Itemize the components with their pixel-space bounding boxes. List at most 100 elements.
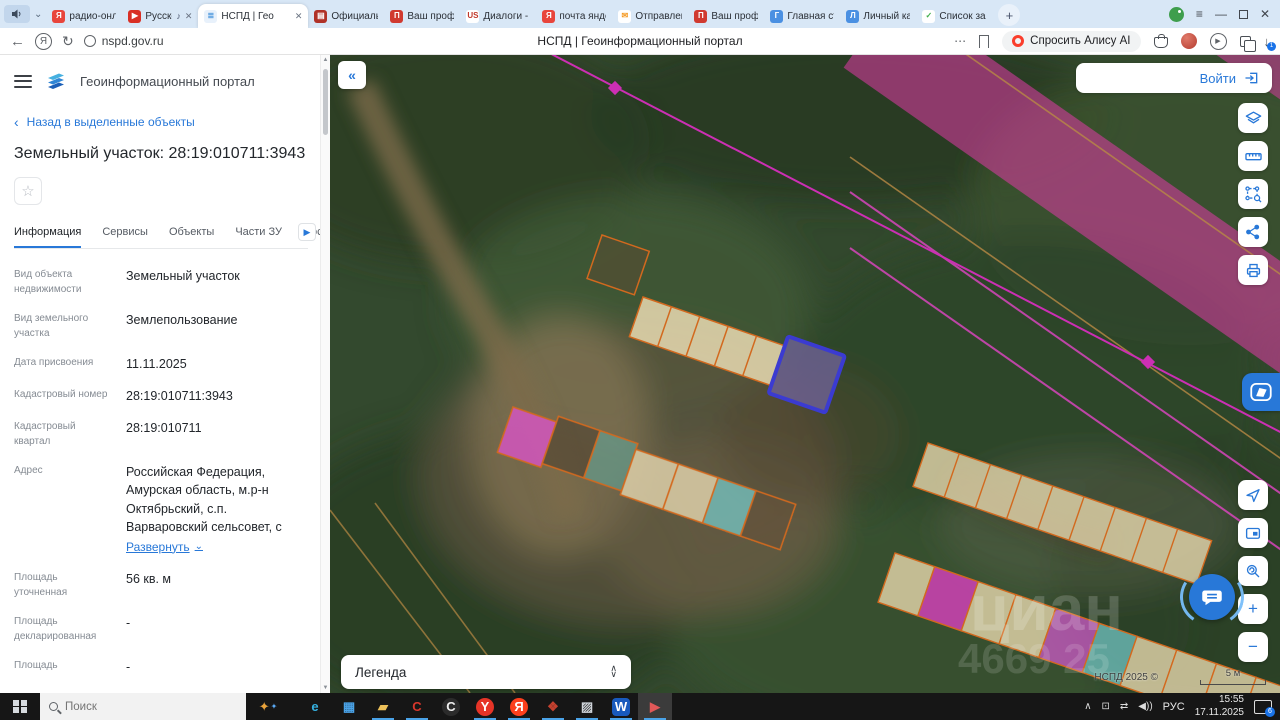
basemap-button[interactable] [1242, 373, 1280, 411]
browser-tab[interactable]: Г Главная стра [764, 4, 840, 28]
map-toolbar-bottom: + − [1238, 480, 1268, 662]
browser-tab[interactable]: П Ваш профил [688, 4, 764, 28]
dino-icon[interactable] [1168, 6, 1184, 22]
legend-bar[interactable]: Легенда ∧ ∨ [341, 655, 631, 689]
start-button[interactable] [0, 693, 40, 720]
tray-app-icon[interactable]: ⊡ [1102, 701, 1110, 712]
print-button[interactable] [1238, 255, 1268, 285]
panel-tab[interactable]: Части ЗУ [235, 219, 282, 248]
scrollbar-thumb[interactable] [323, 69, 328, 135]
notifications-icon[interactable]: 6 [1254, 699, 1275, 717]
alice-button[interactable]: Спросить Алису AI [1002, 30, 1141, 52]
more-icon[interactable]: ⋯ [954, 34, 966, 48]
close-icon[interactable]: ✕ [1260, 7, 1270, 21]
tab-close-icon[interactable]: ✕ [185, 11, 193, 22]
browser-tab[interactable]: ✉ Отправленн [612, 4, 688, 28]
tray-expand-icon[interactable]: ∧ [1084, 701, 1091, 712]
browser-tab[interactable]: Я почта яндек [536, 4, 612, 28]
browser-tab[interactable]: ▤ Официальны [308, 4, 384, 28]
measure-button[interactable] [1238, 141, 1268, 171]
back-to-objects-link[interactable]: ‹ Назад в выделенные объекты [14, 115, 308, 129]
app-icon: ▦ [342, 698, 356, 714]
browser-tab[interactable]: ≣ НСПД | Гео ✕ [198, 4, 309, 28]
search-area-button[interactable] [1238, 556, 1268, 586]
legend-toggle-icon[interactable]: ∧ ∨ [610, 664, 617, 678]
expand-link[interactable]: Развернуть ⌄ [126, 539, 308, 556]
taskbar-app[interactable]: e [298, 693, 332, 720]
locate-button[interactable] [1238, 480, 1268, 510]
yandex-profile-icon[interactable]: Я [35, 32, 52, 50]
taskbar-app[interactable]: ▦ [332, 693, 366, 720]
taskbar-search[interactable] [40, 693, 246, 720]
minimize-icon[interactable]: — [1215, 7, 1227, 21]
taskbar-app[interactable]: W [604, 693, 638, 720]
share-icon [1246, 224, 1260, 240]
bookmark-icon[interactable] [979, 34, 990, 48]
taskbar-app[interactable]: ❖ [536, 693, 570, 720]
taskbar-app[interactable]: C [400, 693, 434, 720]
zoom-out-button[interactable]: − [1238, 632, 1268, 662]
print-icon [1246, 263, 1260, 277]
taskbar-app[interactable]: C [434, 693, 468, 720]
share-button[interactable] [1238, 217, 1268, 247]
plus-icon: + [1248, 599, 1258, 618]
back-icon[interactable]: ← [10, 33, 25, 50]
tab-audio-icon[interactable]: ♪ [176, 11, 181, 21]
clock[interactable]: 15:55 17.11.2025 [1195, 694, 1244, 719]
browser-tab[interactable]: ✓ Список заяв [916, 4, 992, 28]
play-icon[interactable]: ▶ [1209, 32, 1227, 50]
restore-icon[interactable] [1238, 9, 1248, 19]
panel-tab[interactable]: Объекты [169, 219, 214, 248]
chat-button[interactable] [1174, 563, 1250, 631]
reload-icon[interactable]: ↻ [62, 33, 74, 50]
scale-bar: 5 м [1200, 668, 1266, 685]
tab-close-icon[interactable]: ✕ [295, 11, 303, 22]
new-tab-button[interactable]: + [998, 4, 1021, 26]
scroll-up-icon[interactable]: ▲ [321, 57, 330, 63]
collections-icon[interactable] [1153, 34, 1168, 48]
download-icon[interactable]: ↓ 1 [1264, 34, 1276, 51]
minimap-button[interactable] [1238, 518, 1268, 548]
favorite-button[interactable]: ☆ [14, 177, 42, 205]
tab-title: почта яндек [559, 10, 606, 22]
network-icon[interactable]: ⇄ [1120, 701, 1128, 712]
browser-tab[interactable]: П Ваш профил [384, 4, 460, 28]
panel-tab[interactable]: Информация [14, 219, 82, 248]
tray-time: 15:55 [1218, 694, 1244, 705]
url-field[interactable]: nspd.gov.ru [83, 34, 164, 48]
taskbar-app[interactable]: Я [502, 693, 536, 720]
attribute-value: Землепользование [126, 313, 238, 327]
taskbar-app[interactable]: ▨ [570, 693, 604, 720]
panel-tab[interactable]: Сервисы [102, 219, 148, 248]
copilot-icon[interactable]: ✦ ✦ [246, 699, 290, 715]
browser-menu-icon[interactable]: ≡ [1196, 7, 1203, 21]
site-info-icon[interactable] [83, 35, 96, 47]
login-bar[interactable]: Войти [1076, 63, 1272, 93]
collapse-panel-button[interactable]: « [338, 61, 366, 89]
hamburger-icon[interactable] [14, 74, 32, 88]
browser-tab[interactable]: US Диалоги - Sy [460, 4, 536, 28]
language-indicator[interactable]: РУС [1163, 701, 1185, 713]
volume-icon[interactable]: ◀)) [1138, 701, 1152, 712]
mute-button[interactable] [4, 5, 30, 23]
tabs-panel-icon[interactable] [1239, 35, 1256, 52]
taskbar-app[interactable]: ▰ [366, 693, 400, 720]
browser-tab[interactable]: Л Личный каби [840, 4, 916, 28]
layers-button[interactable] [1238, 103, 1268, 133]
search-input[interactable] [65, 700, 215, 713]
tab-favicon-icon: Г [770, 9, 784, 23]
select-area-button[interactable] [1238, 179, 1268, 209]
browser-tab[interactable]: Я радио-онлай [46, 4, 122, 28]
chevron-down-icon[interactable]: ⌄ [34, 9, 42, 20]
panel-scrollbar[interactable]: ▲ ▼ [320, 55, 330, 693]
map-viewport[interactable]: циан 4669 25 « Войти + − Легенда ∧ ∨ НСП… [330, 55, 1280, 693]
tab-title: Личный каби [863, 10, 911, 22]
taskbar-app[interactable]: ▶ [638, 693, 672, 720]
taskbar-app[interactable]: Y [468, 693, 502, 720]
attribute-row: Вид объекта недвижимости Земельный участ… [14, 267, 308, 297]
tabs-scroll-right-button[interactable]: ▶ [298, 223, 316, 241]
profile-avatar[interactable] [1180, 33, 1197, 49]
attribute-value: 11.11.2025 [126, 357, 187, 371]
browser-tab[interactable]: ▶ Русское ♪ ✕ [122, 4, 198, 28]
scroll-down-icon[interactable]: ▼ [321, 685, 330, 691]
